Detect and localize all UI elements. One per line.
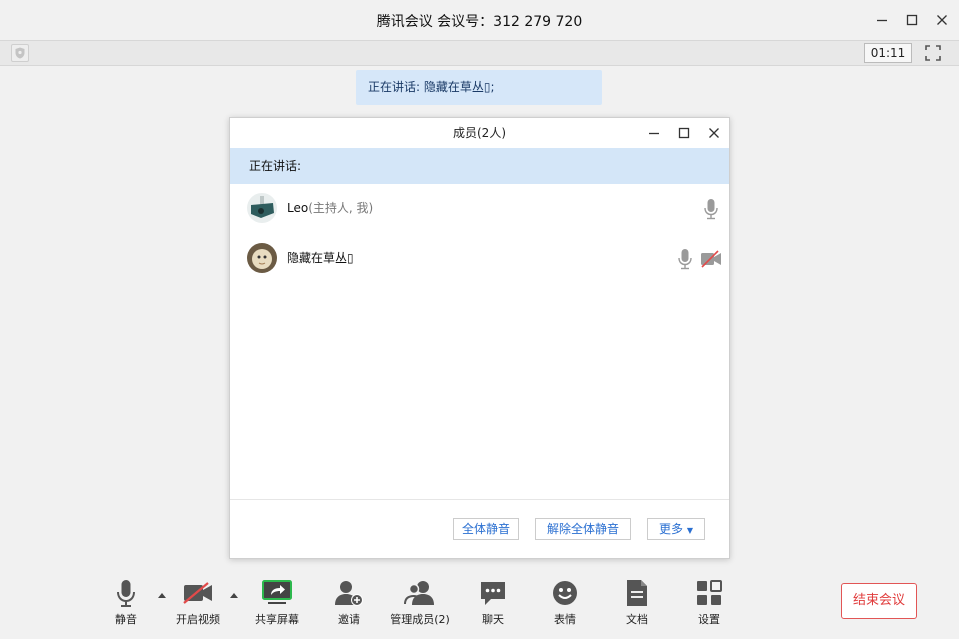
mute-label: 静音 <box>115 613 137 626</box>
minimize-icon <box>649 132 659 135</box>
member-row[interactable]: 隐藏在草丛▯ <box>230 236 729 280</box>
mute-all-button[interactable]: 全体静音 <box>453 518 519 540</box>
avatar <box>247 243 277 273</box>
video-options-button[interactable] <box>229 588 239 598</box>
document-icon <box>627 580 647 606</box>
members-close-button[interactable] <box>705 124 723 142</box>
meeting-title: 腾讯会议 会议号：312 279 720 <box>376 14 583 30</box>
settings-label: 设置 <box>698 613 720 626</box>
more-label: 更多 <box>659 522 684 536</box>
mute-button[interactable]: 静音 <box>96 578 156 628</box>
maximize-icon <box>678 127 690 139</box>
chat-button[interactable]: 聊天 <box>463 578 523 628</box>
members-window: 成员(2人) 正在讲话: Leo(主持人, 我) 隐藏在草丛▯ 全体静音 解除全… <box>229 117 730 559</box>
documents-button[interactable]: 文档 <box>607 578 667 628</box>
invite-label: 邀请 <box>338 613 360 626</box>
minimize-button[interactable] <box>873 11 891 29</box>
manage-members-label: 管理成员(2) <box>390 613 450 626</box>
camera-off-icon <box>183 582 212 604</box>
caret-up-icon <box>158 593 166 598</box>
microphone-icon <box>678 249 692 270</box>
manage-members-button[interactable]: 管理成员(2) <box>387 578 453 628</box>
shield-icon <box>15 47 25 59</box>
unmute-all-button[interactable]: 解除全体静音 <box>535 518 631 540</box>
end-meeting-button[interactable]: 结束会议 <box>841 583 917 619</box>
speaking-banner: 正在讲话: 隐藏在草丛▯; <box>356 70 602 105</box>
invite-button[interactable]: 邀请 <box>319 578 379 628</box>
members-icon <box>404 581 434 605</box>
minimize-icon <box>877 19 887 22</box>
members-maximize-button[interactable] <box>675 124 693 142</box>
mic-options-button[interactable] <box>157 588 167 598</box>
member-camera-button[interactable] <box>700 249 722 269</box>
microphone-icon <box>117 580 135 607</box>
title-bar: 腾讯会议 会议号：312 279 720 <box>0 0 959 40</box>
emoji-label: 表情 <box>554 613 576 626</box>
caret-up-icon <box>230 593 238 598</box>
fullscreen-button[interactable] <box>924 44 942 62</box>
close-button[interactable] <box>933 11 951 29</box>
member-mic-button[interactable] <box>677 248 693 270</box>
add-user-icon <box>335 581 363 606</box>
emoji-button[interactable]: 表情 <box>535 578 595 628</box>
meeting-info-bar: 01:11 <box>0 40 959 66</box>
chat-icon <box>481 582 505 605</box>
grid-settings-icon <box>697 580 722 605</box>
meeting-timer: 01:11 <box>864 43 912 63</box>
dropdown-triangle-icon: ▼ <box>686 526 693 535</box>
members-window-title: 成员(2人) <box>453 126 506 140</box>
share-screen-icon <box>262 580 292 604</box>
member-name: Leo(主持人, 我) <box>287 199 373 216</box>
start-video-label: 开启视频 <box>176 613 220 626</box>
maximize-icon <box>906 14 918 26</box>
microphone-icon <box>704 199 718 220</box>
share-screen-label: 共享屏幕 <box>255 613 299 626</box>
footer-divider <box>230 499 729 500</box>
member-row[interactable]: Leo(主持人, 我) <box>230 186 729 230</box>
close-icon <box>937 15 947 25</box>
more-button[interactable]: 更多 ▼ <box>647 518 705 540</box>
camera-off-icon <box>701 250 721 268</box>
member-name-text: 隐藏在草丛▯ <box>287 251 354 265</box>
avatar <box>247 193 277 223</box>
chat-label: 聊天 <box>482 613 504 626</box>
documents-label: 文档 <box>626 613 648 626</box>
members-speaking-row: 正在讲话: <box>230 148 729 184</box>
member-name: 隐藏在草丛▯ <box>287 249 354 266</box>
close-icon <box>709 128 719 138</box>
fullscreen-icon <box>925 45 941 61</box>
start-video-button[interactable]: 开启视频 <box>168 578 228 628</box>
settings-button[interactable]: 设置 <box>679 578 739 628</box>
maximize-button[interactable] <box>903 11 921 29</box>
share-screen-button[interactable]: 共享屏幕 <box>247 578 307 628</box>
member-name-text: Leo <box>287 201 309 215</box>
members-window-titlebar: 成员(2人) <box>230 118 729 148</box>
member-mic-button[interactable] <box>703 198 719 220</box>
security-button[interactable] <box>11 44 29 62</box>
members-minimize-button[interactable] <box>645 124 663 142</box>
smiley-icon <box>553 581 577 605</box>
member-role: (主持人, 我) <box>308 201 374 215</box>
